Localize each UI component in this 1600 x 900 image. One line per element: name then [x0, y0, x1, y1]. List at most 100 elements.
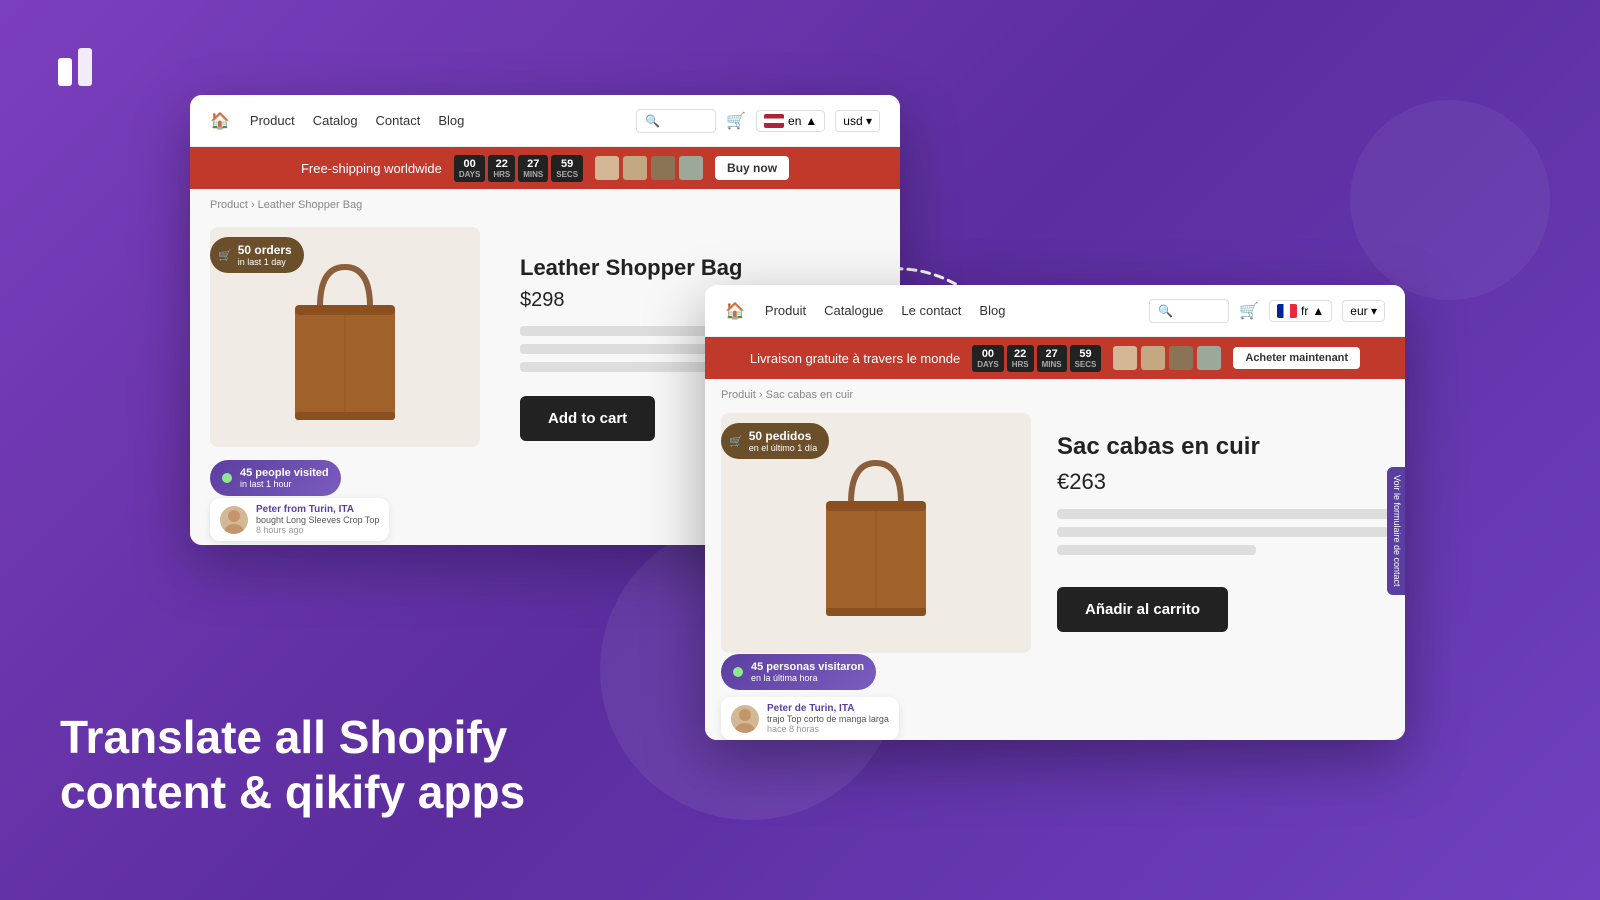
badge-orders-en: 🛒 50 orders in last 1 day: [210, 237, 304, 273]
orders-icon-en: 🛒: [218, 249, 232, 262]
nav-en: 🏠 Product Catalog Contact Blog 🔍 🛒 en ▲ …: [190, 95, 900, 147]
count-hours-en: 22 HRS: [488, 155, 515, 182]
count-days-fr: 00 DAYS: [972, 345, 1004, 372]
visitors-count-fr: 45 personas visitaron: [751, 661, 864, 673]
visitors-count-en: 45 people visited: [240, 467, 329, 479]
product-info-fr: Sac cabas en cuir €263 Añadir al carrito: [1057, 413, 1389, 740]
add-to-cart-btn-fr[interactable]: Añadir al carrito: [1057, 587, 1228, 632]
search-box-en[interactable]: 🔍: [636, 109, 716, 133]
recent-avatar-en: [220, 506, 248, 534]
recent-name-en: Peter from Turin, ITA: [256, 504, 379, 515]
count-hours-fr: 22 HRS: [1007, 345, 1034, 372]
cart-icon-en[interactable]: 🛒: [726, 111, 746, 131]
promo-thumb-fr-3[interactable]: [1169, 346, 1193, 370]
visitors-sub-en: in last 1 hour: [240, 479, 329, 489]
nav-contact-en[interactable]: Contact: [376, 113, 421, 128]
visitor-dot-fr: [733, 667, 743, 677]
nav-links-en: Product Catalog Contact Blog: [250, 113, 464, 128]
promo-thumb-fr-1[interactable]: [1113, 346, 1137, 370]
buy-now-btn-en[interactable]: Buy now: [715, 156, 789, 180]
nav-contact-fr[interactable]: Le contact: [901, 303, 961, 318]
recent-name-fr: Peter de Turin, ITA: [767, 703, 889, 714]
promo-text-fr: Livraison gratuite à travers le monde: [750, 351, 960, 366]
count-mins-fr: 27 MINS: [1037, 345, 1067, 372]
orders-sub-fr: en el último 1 día: [749, 443, 818, 453]
nav-blog-en[interactable]: Blog: [438, 113, 464, 128]
currency-badge-en[interactable]: usd ▾: [835, 110, 880, 132]
lang-chevron-en: ▲: [805, 114, 817, 128]
product-price-fr: €263: [1057, 469, 1389, 495]
currency-badge-fr[interactable]: eur ▾: [1342, 300, 1385, 322]
lang-badge-fr[interactable]: fr ▲: [1269, 300, 1332, 322]
contact-tab-fr[interactable]: Voir le formulaire de contact: [1387, 467, 1405, 595]
buy-now-btn-fr[interactable]: Acheter maintenant: [1233, 347, 1360, 369]
currency-text-en: usd: [843, 114, 862, 128]
promo-thumbnails-fr: [1113, 346, 1221, 370]
visitors-sub-fr: en la última hora: [751, 673, 864, 683]
orders-icon-fr: 🛒: [729, 435, 743, 448]
promo-thumb-2[interactable]: [623, 156, 647, 180]
promo-thumb-fr-2[interactable]: [1141, 346, 1165, 370]
currency-text-fr: eur: [1350, 304, 1367, 318]
lang-text-fr: fr: [1301, 304, 1308, 318]
promo-thumb-3[interactable]: [651, 156, 675, 180]
product-title-en: Leather Shopper Bag: [520, 255, 880, 281]
headline: Translate all Shopify content & qikify a…: [60, 710, 525, 820]
desc-line-3-fr: [1057, 545, 1256, 555]
product-title-fr: Sac cabas en cuir: [1057, 433, 1389, 461]
lang-badge-en[interactable]: en ▲: [756, 110, 825, 132]
home-icon-fr[interactable]: 🏠: [725, 301, 745, 321]
promo-bar-fr: Livraison gratuite à travers le monde 00…: [705, 337, 1405, 379]
nav-product-en[interactable]: Product: [250, 113, 295, 128]
recent-time-fr: hace 8 horas: [767, 724, 889, 734]
countdown-fr: 00 DAYS 22 HRS 27 MINS 59 SECS: [972, 345, 1101, 372]
orders-count-en: 50 orders: [238, 243, 292, 257]
lang-text-en: en: [788, 114, 801, 128]
search-box-fr[interactable]: 🔍: [1149, 299, 1229, 323]
count-secs-fr: 59 SECS: [1070, 345, 1102, 372]
window-french: 🏠 Produit Catalogue Le contact Blog 🔍 🛒 …: [705, 285, 1405, 740]
recent-action-fr: trajo Top corto de manga larga: [767, 714, 889, 724]
flag-fr: [1277, 304, 1297, 318]
breadcrumb-fr: Produit › Sac cabas en cuir: [705, 379, 1405, 401]
promo-thumb-fr-4[interactable]: [1197, 346, 1221, 370]
lang-chevron-fr: ▲: [1312, 304, 1324, 318]
count-mins-en: 27 MINS: [518, 155, 548, 182]
orders-count-fr: 50 pedidos: [749, 429, 818, 443]
nav-catalogue-fr[interactable]: Catalogue: [824, 303, 883, 318]
badge-recent-en: Peter from Turin, ITA bought Long Sleeve…: [210, 498, 389, 541]
count-days-en: 00 DAYS: [454, 155, 486, 182]
add-to-cart-btn-en[interactable]: Add to cart: [520, 396, 655, 441]
product-image-container-fr: 🛒 50 pedidos en el último 1 día 45 perso…: [721, 413, 1041, 740]
breadcrumb-en: Product › Leather Shopper Bag: [190, 189, 900, 211]
promo-thumb-4[interactable]: [679, 156, 703, 180]
headline-line2: content & qikify apps: [60, 765, 525, 820]
nav-blog-fr[interactable]: Blog: [979, 303, 1005, 318]
promo-thumbnails-en: [595, 156, 703, 180]
visitor-dot-en: [222, 473, 232, 483]
currency-chevron-fr: ▾: [1371, 304, 1377, 318]
nav-links-fr: Produit Catalogue Le contact Blog: [765, 303, 1006, 318]
badge-visitors-fr: 45 personas visitaron en la última hora: [721, 654, 876, 690]
nav-right-fr: 🔍 🛒 fr ▲ eur ▾: [1149, 299, 1385, 323]
search-icon-fr: 🔍: [1158, 304, 1173, 318]
recent-avatar-fr: [731, 705, 759, 733]
badge-orders-fr: 🛒 50 pedidos en el último 1 día: [721, 423, 829, 459]
currency-chevron-en: ▾: [866, 114, 872, 128]
promo-bar-en: Free-shipping worldwide 00 DAYS 22 HRS 2…: [190, 147, 900, 189]
recent-time-en: 8 hours ago: [256, 525, 379, 535]
cart-icon-fr[interactable]: 🛒: [1239, 301, 1259, 321]
bag-svg-fr: [796, 433, 956, 633]
logo: [50, 40, 105, 95]
nav-catalog-en[interactable]: Catalog: [313, 113, 358, 128]
nav-right-en: 🔍 🛒 en ▲ usd ▾: [636, 109, 880, 133]
search-icon-en: 🔍: [645, 114, 660, 128]
promo-thumb-1[interactable]: [595, 156, 619, 180]
headline-line1: Translate all Shopify: [60, 710, 525, 765]
home-icon-en[interactable]: 🏠: [210, 111, 230, 131]
product-image-container-en: 🛒 50 orders in last 1 day 45 people visi…: [210, 227, 500, 545]
nav-produit-fr[interactable]: Produit: [765, 303, 806, 318]
bg-circle-2: [1350, 100, 1550, 300]
countdown-en: 00 DAYS 22 HRS 27 MINS 59 SECS: [454, 155, 583, 182]
badge-recent-fr: Peter de Turin, ITA trajo Top corto de m…: [721, 697, 899, 740]
